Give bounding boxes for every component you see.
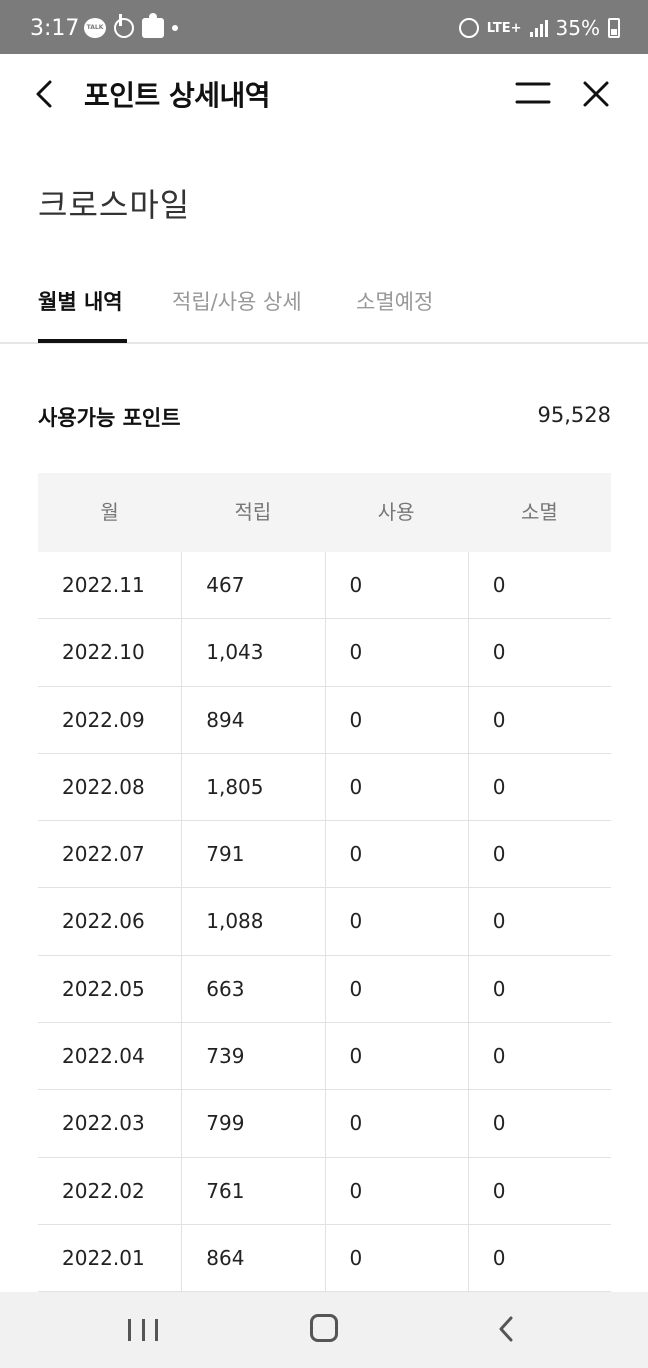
cell-month: 2022.03 — [62, 1111, 145, 1136]
tab-monthly[interactable]: 월별 내역 — [38, 286, 123, 316]
table-row: 2022.06 1,088 0 0 — [38, 888, 611, 956]
cell-earned: 1,088 — [181, 888, 324, 955]
cell-expired: 0 — [467, 619, 611, 686]
tab-bar: 월별 내역 적립/사용 상세 소멸예정 — [0, 270, 648, 344]
tab-expiring[interactable]: 소멸예정 — [356, 286, 433, 316]
cell-expired: 0 — [467, 686, 611, 753]
notification-icons: TALK — [84, 13, 178, 38]
back-button[interactable] — [28, 76, 64, 112]
cell-expired: 0 — [467, 888, 611, 955]
available-points-label: 사용가능 포인트 — [38, 406, 181, 430]
tab-earn-use-detail[interactable]: 적립/사용 상세 — [172, 286, 302, 316]
cell-earned: 1,805 — [181, 753, 324, 821]
menu-icon — [515, 82, 551, 104]
column-header-month: 월 — [100, 500, 119, 524]
cell-expired: 0 — [467, 1090, 611, 1157]
cell-month: 2022.01 — [62, 1245, 145, 1270]
table-row: 2022.03 799 0 0 — [38, 1090, 611, 1158]
cell-month: 2022.08 — [62, 774, 145, 799]
chevron-left-icon — [499, 1316, 513, 1342]
cell-used: 0 — [324, 821, 468, 888]
signal-icon — [529, 19, 548, 37]
table-row: 2022.11 467 0 0 — [38, 552, 611, 620]
cell-expired: 0 — [467, 955, 611, 1023]
cell-used: 0 — [324, 888, 468, 955]
cell-earned: 663 — [181, 955, 324, 1023]
cell-used: 0 — [324, 1157, 468, 1224]
cell-month: 2022.04 — [62, 1044, 145, 1069]
cell-used: 0 — [324, 1224, 468, 1292]
battery-icon — [608, 18, 620, 38]
menu-button[interactable] — [514, 78, 552, 108]
cell-expired: 0 — [467, 1023, 611, 1090]
column-header-used: 사용 — [377, 500, 415, 524]
cell-earned: 761 — [181, 1157, 324, 1224]
cell-earned: 1,043 — [181, 619, 324, 686]
table-row: 2022.02 761 0 0 — [38, 1157, 611, 1225]
alarm-icon — [458, 18, 479, 38]
cell-used: 0 — [324, 955, 468, 1023]
cell-expired: 0 — [467, 821, 611, 888]
cell-earned: 739 — [181, 1023, 324, 1090]
cell-month: 2022.07 — [62, 842, 145, 867]
home-button[interactable] — [310, 1314, 338, 1342]
cell-expired: 0 — [467, 1157, 611, 1224]
available-points-value: 95,528 — [537, 403, 611, 427]
column-header-earned: 적립 — [234, 500, 272, 524]
system-icons: LTE+ 35% — [458, 16, 620, 40]
cell-expired: 0 — [467, 552, 611, 619]
table-row: 2022.10 1,043 0 0 — [38, 619, 611, 687]
table-body: 2022.11 467 0 0 2022.10 1,043 0 0 2022.09 894 0 0 20… — [38, 552, 611, 1293]
close-icon — [583, 81, 609, 107]
cell-used: 0 — [324, 1090, 468, 1157]
table-row: 2022.07 791 0 0 — [38, 821, 611, 889]
b-app-icon — [114, 14, 134, 38]
cell-month: 2022.11 — [62, 573, 145, 597]
cell-expired: 0 — [467, 1224, 611, 1292]
points-table: 월 적립 사용 소멸 2022.11 467 0 0 2022.10 1,043 0 0 202… — [38, 473, 611, 1293]
cell-expired: 0 — [467, 753, 611, 821]
battery-percent: 35% — [555, 16, 600, 40]
system-nav-bar — [0, 1292, 648, 1368]
cell-earned: 864 — [181, 1224, 324, 1292]
cell-month: 2022.02 — [62, 1178, 145, 1203]
table-row: 2022.04 739 0 0 — [38, 1023, 611, 1091]
cell-month: 2022.05 — [62, 976, 145, 1001]
lte-icon: LTE+ — [486, 20, 522, 36]
cell-month: 2022.06 — [62, 909, 145, 934]
table-row: 2022.08 1,805 0 0 — [38, 753, 611, 822]
status-time: 3:17 — [30, 16, 80, 41]
cell-month: 2022.10 — [62, 640, 145, 665]
cell-used: 0 — [324, 753, 468, 821]
cell-earned: 894 — [181, 686, 324, 753]
column-header-expired: 소멸 — [520, 500, 558, 524]
more-notifications-icon — [172, 25, 178, 31]
table-row: 2022.09 894 0 0 — [38, 686, 611, 754]
cell-used: 0 — [324, 619, 468, 686]
puzzle-icon — [142, 13, 164, 38]
table-row: 2022.05 663 0 0 — [38, 955, 611, 1024]
active-tab-indicator — [38, 339, 127, 343]
card-brand-name: 크로스마일 — [38, 186, 191, 224]
cell-earned: 799 — [181, 1090, 324, 1157]
cell-used: 0 — [324, 1023, 468, 1090]
page-title: 포인트 상세내역 — [84, 79, 271, 112]
cell-month: 2022.09 — [62, 707, 145, 732]
table-header: 월 적립 사용 소멸 — [38, 473, 611, 552]
cell-used: 0 — [324, 686, 468, 753]
recent-apps-button[interactable] — [128, 1316, 158, 1344]
cell-earned: 791 — [181, 821, 324, 888]
app-header: 포인트 상세내역 — [0, 54, 648, 134]
system-back-button[interactable] — [492, 1314, 522, 1344]
table-row: 2022.01 864 0 0 — [38, 1224, 611, 1293]
chevron-left-icon — [36, 80, 52, 108]
cell-earned: 467 — [181, 552, 324, 619]
kakaotalk-icon: TALK — [84, 18, 106, 38]
close-button[interactable] — [578, 76, 614, 112]
cell-used: 0 — [324, 552, 468, 619]
status-bar: 3:17 TALK LTE+ 35% — [0, 0, 648, 54]
